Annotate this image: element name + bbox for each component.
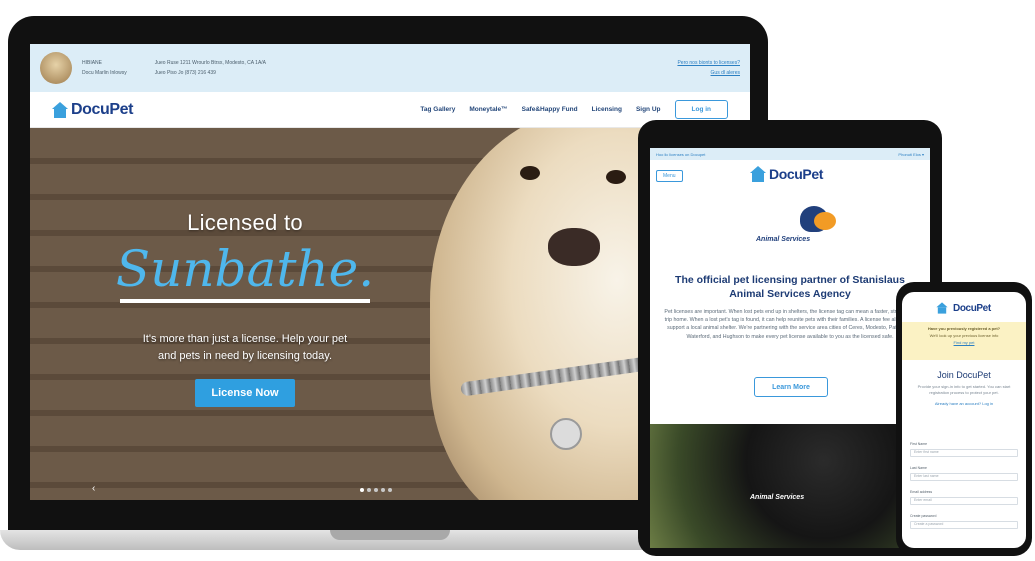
logo-text: DocuPet (71, 100, 134, 118)
pet-avatar[interactable] (40, 52, 72, 84)
password-label: Create password (910, 514, 937, 518)
nav-licensing[interactable]: Licensing (592, 106, 622, 113)
login-button[interactable]: Log in (674, 100, 728, 119)
license-now-button[interactable]: License Now (195, 379, 295, 408)
last-name-label: Last Name (910, 466, 927, 470)
tablet-docupet-logo[interactable]: DocuPet (750, 166, 823, 182)
tablet-screen: Hoo lic licenses on Docupet Phonuti Elos… (650, 148, 930, 548)
tablet-dog-photo: Animal Services (650, 424, 930, 548)
tablet-topbar: Hoo lic licenses on Docupet Phonuti Elos… (650, 148, 930, 160)
carousel-dot[interactable] (360, 488, 364, 492)
house-icon (936, 302, 948, 314)
carousel-prev-icon[interactable]: ‹ (92, 483, 95, 494)
top-link-1[interactable]: Pero nos bionts to licenses? (677, 60, 740, 66)
nav-sign-up[interactable]: Sign Up (636, 106, 661, 113)
dog-eye-left (520, 166, 540, 180)
agency-cat-mark (814, 212, 836, 230)
account-name: HIBIANE (82, 60, 103, 66)
tablet-account-menu[interactable]: Phonuti Elos ▾ (898, 152, 924, 157)
previous-registration-alert: Have you previously registered a pet? We… (902, 322, 1026, 360)
agency-name: Animal Services (756, 236, 811, 243)
phone-frame: DocuPet Have you previously registered a… (896, 282, 1032, 556)
alert-text: We'll look up your previous license info (929, 332, 999, 338)
email-label: Email address (910, 490, 933, 494)
nav-links: Tag Gallery Moneytale™ Safe&Happy Fund L… (420, 100, 728, 119)
first-name-label: First Name (910, 442, 928, 446)
laptop-notch (330, 530, 450, 540)
hero-body-line-1: It's more than just a license. Help your… (142, 333, 348, 345)
signin-link[interactable]: Already have an account? Log in (908, 401, 1020, 407)
dog-tag (550, 418, 582, 450)
hero-title: Licensed to (187, 210, 303, 235)
device-mockup-stage: HIBIANE Docu Marlin Inlowsy Jueo Ruse 12… (0, 0, 1035, 561)
learn-more-button[interactable]: Learn More (754, 377, 828, 397)
join-description: Provide your sign-in info to get started… (917, 384, 1011, 396)
house-icon (750, 166, 766, 182)
phone-screen: DocuPet Have you previously registered a… (902, 292, 1026, 548)
tablet-body-text: Pet licenses are important. When lost pe… (664, 309, 916, 340)
animal-services-logo: Animal Services (756, 206, 840, 254)
address-line: Jueo Ruse 1211 Wrourlo Btrsx, Modesto, C… (154, 60, 267, 66)
nav-safe-happy-fund[interactable]: Safe&Happy Fund (522, 106, 578, 113)
nav-tag-gallery[interactable]: Tag Gallery (420, 106, 455, 113)
carousel-dot[interactable] (381, 488, 385, 492)
carousel-dot[interactable] (374, 488, 378, 492)
tablet-top-link[interactable]: Hoo lic licenses on Docupet (656, 152, 705, 157)
top-link-2[interactable]: Gus dl aleres (711, 70, 740, 76)
hero-script-word: Sunbathe. (115, 240, 375, 298)
docupet-logo[interactable]: DocuPet (52, 100, 134, 119)
join-heading: Join DocuPet (937, 370, 991, 380)
alert-link[interactable]: Find my pet (902, 340, 1026, 347)
hero-copy: Licensed to Sunbathe. It's more than jus… (90, 210, 400, 408)
account-address: Jueo Ruse 1211 Wrourlo Btrsx, Modesto, C… (155, 60, 266, 76)
password-field[interactable]: Create a password (910, 521, 1018, 529)
main-nav: DocuPet Tag Gallery Moneytale™ Safe&Happ… (30, 92, 750, 128)
tablet-photo-label: Animal Services (750, 494, 805, 501)
top-links: Pero nos bionts to licenses? Gus dl aler… (677, 60, 740, 76)
dog-nose (548, 228, 600, 266)
hero-underline (120, 299, 370, 303)
tablet-logo-text: DocuPet (769, 166, 823, 182)
house-icon (52, 101, 68, 118)
account-topbar: HIBIANE Docu Marlin Inlowsy Jueo Ruse 12… (30, 44, 750, 92)
phone-docupet-logo[interactable]: DocuPet (934, 300, 991, 316)
account-info: HIBIANE Docu Marlin Inlowsy (82, 60, 127, 76)
tablet-heading: The official pet licensing partner of St… (675, 274, 905, 301)
last-name-field[interactable]: Enter last name (910, 473, 1018, 481)
tablet-menu-button[interactable]: Menu (656, 170, 683, 182)
hero-body: It's more than just a license. Help your… (90, 331, 400, 365)
first-name-field[interactable]: Enter first name (910, 449, 1018, 457)
dog-eye-right (606, 170, 626, 184)
carousel-dots (360, 488, 392, 492)
nav-moneytale[interactable]: Moneytale™ (469, 106, 507, 113)
email-field[interactable]: Enter email (910, 497, 1018, 505)
phone-logo-text: DocuPet (953, 302, 991, 314)
join-subtext: Provide your sign-in info to get started… (908, 384, 1020, 407)
hero-body-line-2: and pets in need by licensing today. (157, 350, 333, 363)
account-sub: Docu Marlin Inlowsy (82, 70, 127, 76)
phone-line: Jueo Piso Jo (873) 216 439 (154, 70, 216, 76)
alert-title: Have you previously registered a pet? (927, 326, 1001, 331)
carousel-dot[interactable] (388, 488, 392, 492)
carousel-dot[interactable] (367, 488, 371, 492)
